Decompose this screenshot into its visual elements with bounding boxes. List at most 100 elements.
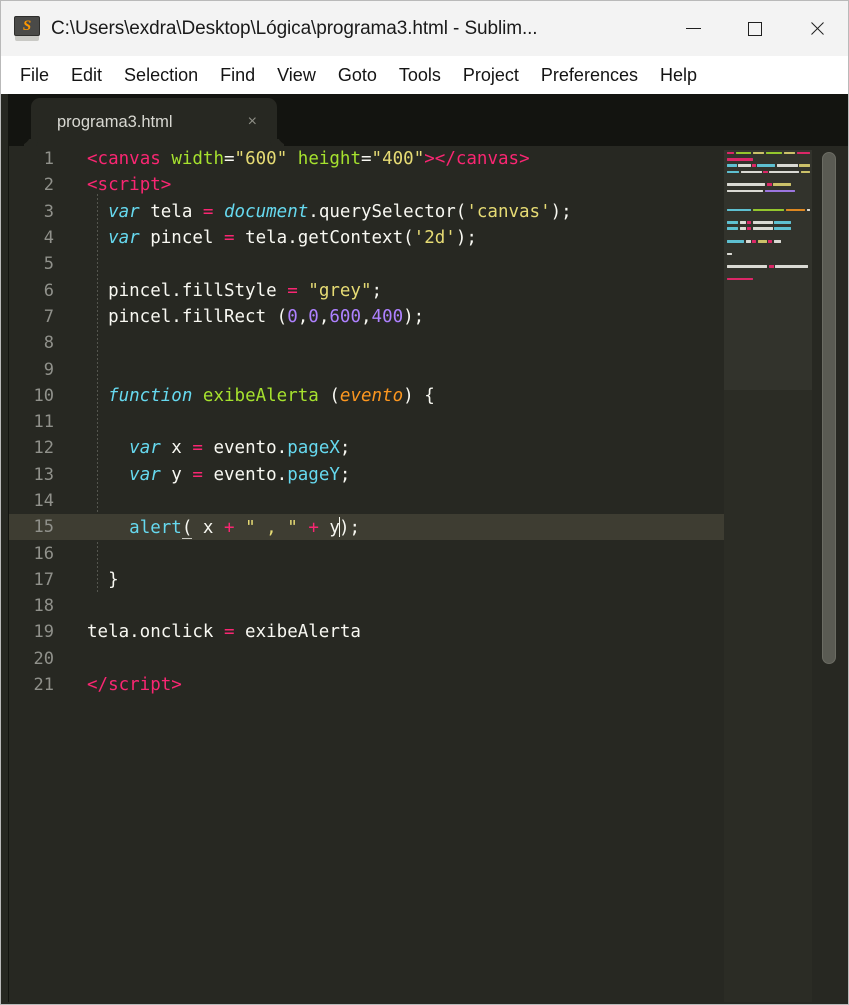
code-editor[interactable]: 1 <canvas width="600" height="400"></canv… <box>9 146 848 1004</box>
maximize-button[interactable] <box>724 1 786 56</box>
minimize-button[interactable] <box>662 1 724 56</box>
vertical-scrollbar-thumb[interactable] <box>822 152 836 664</box>
menu-item-help[interactable]: Help <box>649 61 708 90</box>
code-token: var <box>129 464 161 485</box>
minimap-segment <box>727 189 763 193</box>
minimap-segment <box>739 227 746 230</box>
code-line-8[interactable]: 8 <box>9 330 729 356</box>
minimap-segment <box>752 227 773 230</box>
code-line-text: var tela = document.querySelector('canva… <box>87 202 572 222</box>
close-button[interactable] <box>786 1 848 56</box>
line-number: 1 <box>43 149 54 170</box>
minimap-segment <box>752 164 756 168</box>
code-token: </ <box>87 675 109 696</box>
code-line-9[interactable]: 9 <box>9 356 729 382</box>
minimap-segment <box>727 158 753 161</box>
code-line-16[interactable]: 16 <box>9 540 729 566</box>
code-line-13[interactable]: 13 var y = evento.pageY; <box>9 462 729 488</box>
minimap-segment <box>727 252 732 256</box>
code-line-15[interactable]: 15 alert( x + " , " + y); <box>9 514 729 541</box>
code-token: canvas <box>455 149 520 170</box>
menu-item-edit[interactable]: Edit <box>60 61 113 90</box>
minimap-viewport[interactable] <box>724 150 812 390</box>
code-line-18[interactable]: 18 <box>9 593 729 619</box>
code-line-12[interactable]: 12 var x = evento.pageX; <box>9 435 729 461</box>
code-line-text: var y = evento.pageY; <box>87 465 350 485</box>
code-line-text: alert( x + " , " + y); <box>87 516 360 539</box>
code-line-20[interactable]: 20 <box>9 646 729 672</box>
tab-programa3-html[interactable]: programa3.html × <box>31 98 277 146</box>
tab-close-icon[interactable]: × <box>248 114 257 130</box>
code-token: , <box>318 306 330 327</box>
code-token: + <box>224 517 235 538</box>
code-line-text: function exibeAlerta (evento) { <box>87 386 435 406</box>
minimap-segment <box>727 265 767 268</box>
code-token: " , " <box>245 517 298 538</box>
code-token: pincel <box>139 228 224 249</box>
code-token: = <box>361 149 372 170</box>
menu-item-find[interactable]: Find <box>209 61 266 90</box>
minimap-segment <box>800 170 811 174</box>
line-number: 14 <box>33 491 54 511</box>
code-line-6[interactable]: 6 pincel.fillStyle = "grey"; <box>9 277 729 303</box>
vertical-scrollbar-track[interactable] <box>818 146 840 1004</box>
menu-item-project[interactable]: Project <box>452 61 530 90</box>
code-line-text: var x = evento.pageX; <box>87 438 350 458</box>
minimap-segment <box>739 221 746 224</box>
window-controls <box>662 1 848 56</box>
code-line-3[interactable]: 3 var tela = document.querySelector('can… <box>9 199 729 225</box>
line-number: 7 <box>43 306 54 327</box>
minimap-segment <box>757 164 776 168</box>
code-token: 0 <box>308 306 319 327</box>
code-token: pageY <box>287 464 340 485</box>
minimap[interactable] <box>724 150 812 1004</box>
menu-item-goto[interactable]: Goto <box>327 61 388 90</box>
sublime-text-icon: S <box>13 15 41 43</box>
code-token: script <box>97 175 161 196</box>
code-line-5[interactable]: 5 <box>9 251 729 277</box>
minimize-icon <box>685 28 701 29</box>
code-line-11[interactable]: 11 <box>9 409 729 435</box>
menu-item-preferences[interactable]: Preferences <box>530 61 649 90</box>
code-line-21[interactable]: 21 </script> <box>9 672 729 698</box>
code-token: ) { <box>403 385 435 406</box>
minimap-segment <box>727 277 753 281</box>
code-token: } <box>87 569 119 590</box>
line-number: 6 <box>43 280 54 301</box>
menu-item-tools[interactable]: Tools <box>388 61 452 90</box>
code-token: x <box>160 438 193 459</box>
line-number: 16 <box>33 543 54 564</box>
code-line-1[interactable]: 1 <canvas width="600" height="400"></canv… <box>9 146 729 172</box>
code-line-10[interactable]: 10 function exibeAlerta (evento) { <box>9 383 729 409</box>
tab-bar: programa3.html × <box>9 94 848 146</box>
code-token: script <box>108 675 172 696</box>
minimap-segment <box>727 221 738 224</box>
code-token: "grey" <box>308 280 372 301</box>
code-line-4[interactable]: 4 var pincel = tela.getContext('2d'); <box>9 225 729 251</box>
menu-item-view[interactable]: View <box>266 61 327 90</box>
menu-item-file[interactable]: File <box>9 61 60 90</box>
code-line-14[interactable]: 14 <box>9 488 729 514</box>
code-token: "600" <box>234 149 288 170</box>
code-token: tela.onclick <box>87 622 224 643</box>
code-line-17[interactable]: 17 } <box>9 567 729 593</box>
code-token: = <box>223 622 235 643</box>
code-token: 0 <box>287 306 298 327</box>
code-line-7[interactable]: 7 pincel.fillRect (0,0,600,400); <box>9 304 729 330</box>
code-token: pincel.fillRect ( <box>87 306 288 327</box>
code-token: "400" <box>371 149 425 170</box>
code-line-text: var pincel = tela.getContext('2d'); <box>87 228 477 248</box>
code-token: = <box>224 149 235 170</box>
code-line-19[interactable]: 19 tela.onclick = exibeAlerta <box>9 619 729 645</box>
line-number: 18 <box>33 596 54 617</box>
maximize-icon <box>748 21 762 36</box>
code-line-2[interactable]: 2 <script> <box>9 172 729 198</box>
minimap-segment <box>775 265 809 268</box>
menu-item-selection[interactable]: Selection <box>113 61 209 90</box>
code-token: + <box>308 517 319 538</box>
minimap-segment <box>747 227 752 230</box>
